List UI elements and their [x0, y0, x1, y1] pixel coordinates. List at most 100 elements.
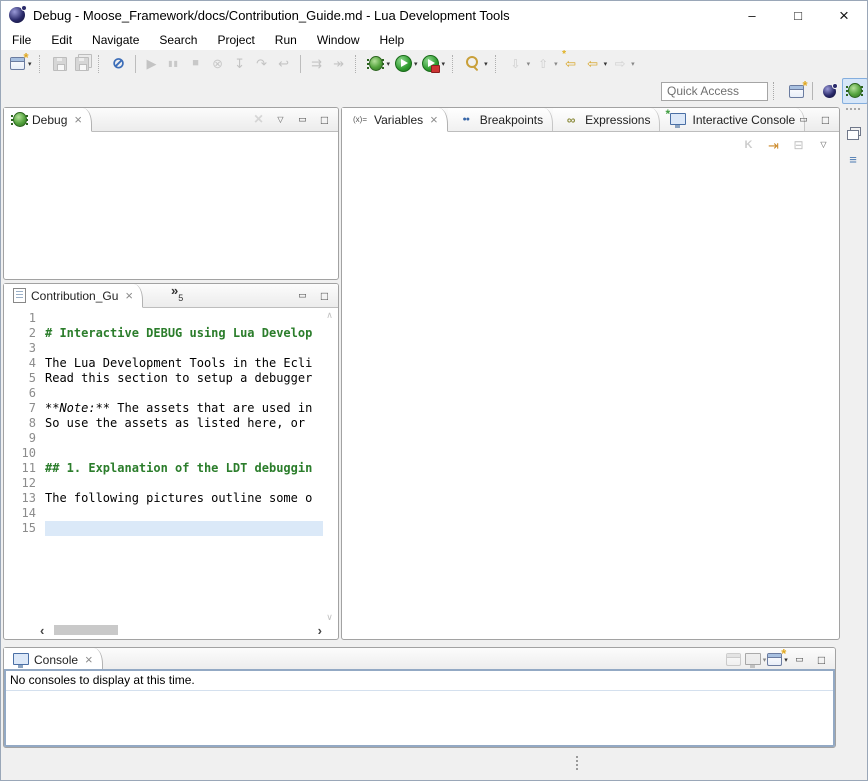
console-panel: Console × ▾▾▭□ No consoles to display at… [3, 647, 836, 748]
tab-variables[interactable]: (x)=Variables× [342, 108, 448, 132]
scroll-down-icon[interactable]: ∨ [326, 612, 333, 623]
editor-vertical-scrollbar[interactable]: ∧ ∨ [323, 310, 336, 623]
previous-annotation-icon: ⇧ [534, 55, 552, 73]
menu-file[interactable]: File [2, 30, 41, 50]
menu-run[interactable]: Run [265, 30, 307, 50]
show-logical-structures-button[interactable]: ⇥ [764, 136, 783, 154]
maximize-icon: □ [316, 111, 334, 129]
pin-console-button [724, 651, 743, 669]
step-into-icon: ↧ [231, 55, 249, 73]
step-over-icon: ↷ [253, 55, 271, 73]
step-over-button: ↷ [251, 53, 273, 75]
tab-breakpoints[interactable]: ●●Breakpoints [448, 108, 553, 131]
line-number: 3 [5, 341, 45, 356]
search-button[interactable]: ▾ [462, 53, 490, 75]
tab-label: Variables [374, 113, 423, 127]
dropdown-arrow-icon: ▾ [554, 60, 558, 68]
debug-icon [367, 55, 385, 73]
scrollbar-thumb[interactable] [54, 625, 118, 635]
menu-help[interactable]: Help [370, 30, 415, 50]
menu-project[interactable]: Project [207, 30, 264, 50]
open-perspective-button[interactable] [783, 78, 809, 104]
save-button [49, 53, 71, 75]
run-button[interactable]: ▾ [392, 53, 420, 75]
editor-line-text [45, 521, 323, 536]
close-window-button[interactable]: × [821, 0, 867, 30]
minimize-button[interactable]: ▭ [794, 111, 813, 129]
tab-debug[interactable]: Debug × [4, 108, 92, 132]
minimize-window-button[interactable]: – [729, 0, 775, 30]
maximize-window-button[interactable]: □ [775, 0, 821, 30]
line-number: 2 [5, 326, 45, 341]
editor-text-area[interactable]: 12# Interactive DEBUG using Lua Develop3… [5, 308, 323, 624]
maximize-button[interactable]: □ [812, 651, 831, 669]
editor-tab-label: Contribution_Gu [31, 289, 118, 303]
debug-button[interactable]: ▾ [365, 53, 393, 75]
minimize-button[interactable]: ▭ [293, 287, 312, 305]
editor-line-text: Read this section to setup a debugger [45, 371, 312, 386]
dropdown-arrow-icon[interactable]: ▾ [604, 60, 608, 68]
run-icon [394, 55, 412, 73]
menu-edit[interactable]: Edit [41, 30, 82, 50]
breakpoints-icon: ●● [457, 111, 475, 129]
tab-expressions[interactable]: ∞Expressions [553, 108, 660, 131]
close-icon[interactable]: × [85, 652, 93, 667]
file-icon [13, 288, 26, 303]
last-edit-location-button[interactable]: ⇦* [560, 53, 582, 75]
lua-perspective-button[interactable] [816, 79, 842, 105]
quick-access-input[interactable]: Quick Access [661, 82, 768, 101]
dropdown-arrow-icon[interactable]: ▾ [442, 60, 446, 68]
dropdown-arrow-icon[interactable]: ▾ [484, 60, 488, 68]
save-all-icon [73, 55, 91, 73]
editor-line-text: The Lua Development Tools in the Ecli [45, 356, 312, 371]
console-icon [13, 653, 29, 665]
dropdown-arrow-icon[interactable]: ▾ [414, 60, 418, 68]
open-console-button[interactable]: ▾ [768, 651, 787, 669]
view-menu-button[interactable]: ▽ [814, 136, 833, 154]
editor-line-text: So use the assets as listed here, or [45, 416, 312, 431]
debug-perspective-button[interactable] [842, 78, 868, 104]
line-number: 15 [5, 521, 45, 536]
scroll-left-icon[interactable]: ‹ [40, 623, 44, 638]
new-wizard-button[interactable]: ▾ [6, 53, 34, 75]
display-selected-console-button: ▾ [746, 651, 765, 669]
menu-window[interactable]: Window [307, 30, 370, 50]
scroll-up-icon[interactable]: ∧ [326, 310, 333, 321]
open-perspective-icon [787, 82, 805, 100]
close-icon[interactable]: × [74, 112, 82, 127]
sash-drag-handle[interactable] [576, 756, 578, 758]
close-icon[interactable]: × [430, 112, 438, 127]
line-number: 8 [5, 416, 45, 431]
strip-drag-handle[interactable] [846, 108, 860, 114]
editor-horizontal-scrollbar[interactable]: ‹ › [40, 624, 322, 636]
maximize-button[interactable]: □ [315, 287, 334, 305]
run-external-tools-button[interactable]: ▾ [420, 53, 448, 75]
remove-all-terminated-button: × [249, 111, 268, 129]
dropdown-arrow-icon[interactable]: ▾ [387, 60, 391, 68]
menu-navigate[interactable]: Navigate [82, 30, 149, 50]
outline-view-button[interactable]: ≡ [842, 148, 864, 170]
tab-contribution-guide[interactable]: Contribution_Gu × [4, 284, 143, 308]
disconnect-icon: ⊗ [209, 55, 227, 73]
window-controls: –□× [729, 0, 867, 30]
close-icon[interactable]: × [125, 288, 133, 303]
maximize-button[interactable]: □ [816, 111, 835, 129]
back-button[interactable]: ⇦▾ [582, 53, 610, 75]
skip-all-breakpoints-button[interactable]: ⊘ [108, 53, 130, 75]
minimize-button[interactable]: ▭ [790, 651, 809, 669]
menu-search[interactable]: Search [149, 30, 207, 50]
restore-views-button[interactable] [842, 122, 864, 144]
step-into-button: ↧ [229, 53, 251, 75]
editor-line: 10 [5, 446, 323, 461]
editor-line: 6 [5, 386, 323, 401]
hidden-editors-chevron[interactable]: » 5 [171, 284, 183, 307]
line-number: 5 [5, 371, 45, 386]
tab-interactive-console[interactable]: Interactive Console [660, 108, 805, 131]
scroll-right-icon[interactable]: › [318, 623, 322, 638]
line-number: 12 [5, 476, 45, 491]
minimize-button[interactable]: ▭ [293, 111, 312, 129]
maximize-button[interactable]: □ [315, 111, 334, 129]
variables-tabrow: (x)=Variables×●●Breakpoints∞ExpressionsI… [342, 108, 839, 132]
view-menu-button[interactable]: ▽ [271, 111, 290, 129]
editor-line: 9 [5, 431, 323, 446]
